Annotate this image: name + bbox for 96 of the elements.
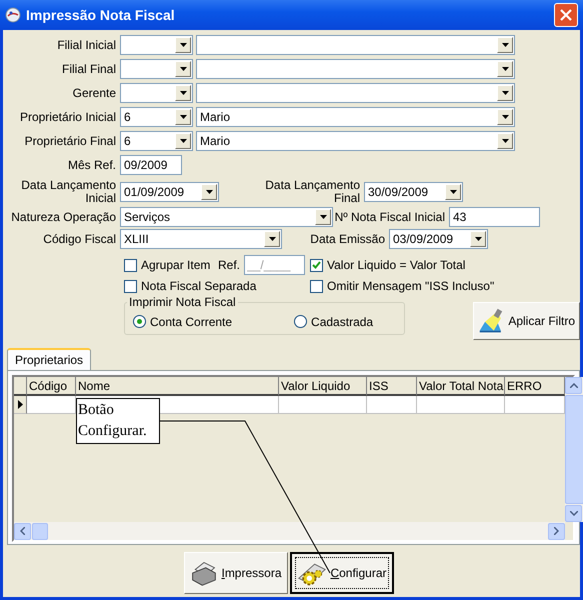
combo-box[interactable]: 6	[120, 107, 193, 127]
input-field[interactable]: __/____	[244, 255, 306, 275]
field-label: Filial Inicial	[56, 38, 117, 52]
checkbox-label: Valor Liquido = Valor Total	[327, 258, 466, 272]
printer-button[interactable]: Impressora	[184, 552, 288, 594]
radio-button[interactable]	[133, 315, 146, 328]
column-header: Código	[27, 377, 76, 396]
scroll-thumb[interactable]	[565, 395, 583, 504]
caret-icon	[180, 43, 186, 47]
dropdown-button[interactable]	[264, 231, 280, 247]
caret-icon	[474, 237, 482, 241]
field-label: Data Lançamento Inicial	[20, 179, 117, 205]
checkbox[interactable]	[310, 280, 323, 292]
dropdown-button[interactable]	[497, 133, 513, 149]
close-button[interactable]	[554, 3, 578, 27]
checkbox[interactable]	[310, 258, 323, 272]
table-cell	[367, 396, 417, 414]
radio-button[interactable]	[294, 315, 308, 328]
checkbox[interactable]	[124, 258, 137, 272]
dropdown-button[interactable]	[445, 184, 461, 200]
checkbox[interactable]	[124, 280, 137, 292]
field-label: Proprietário Final	[24, 134, 117, 148]
combo-box[interactable]: 6	[120, 131, 193, 151]
combo-box[interactable]: Serviços	[120, 207, 333, 227]
scroll-down-button[interactable]	[565, 505, 582, 522]
caret-icon	[502, 139, 508, 143]
configure-button[interactable]: Configurar	[290, 552, 394, 594]
radio-label: Conta Corrente	[150, 314, 232, 328]
caret-icon	[180, 91, 186, 95]
app-icon	[5, 7, 21, 23]
column-header: Nome	[76, 377, 279, 396]
apply-filter-button[interactable]: Aplicar Filtro	[473, 302, 580, 340]
check-icon	[312, 261, 321, 269]
input-field[interactable]: 43	[449, 207, 540, 227]
field-label: Natureza Operação	[10, 210, 117, 224]
tab[interactable]: Proprietarios	[7, 348, 92, 370]
caret-icon	[450, 190, 456, 194]
caret-icon	[502, 43, 508, 47]
dropdown-button[interactable]	[175, 37, 191, 53]
column-header: Valor Liquido	[279, 377, 367, 396]
callout-note: Botão Configurar.	[76, 398, 160, 444]
field-label: Gerente	[72, 86, 117, 100]
caret-icon	[502, 91, 508, 95]
window-title: Impressão Nota Fiscal	[26, 7, 176, 23]
combo-box[interactable]: 01/09/2009	[120, 182, 219, 202]
scroll-thumb[interactable]	[32, 522, 48, 540]
caret-icon	[268, 237, 276, 241]
caret-icon	[320, 215, 326, 219]
combo-box[interactable]: XLIII	[120, 229, 282, 249]
field-label: Data Emissão	[309, 232, 386, 246]
field-label: Mês Ref.	[66, 158, 117, 172]
combo-box[interactable]: Mario	[196, 107, 515, 127]
close-icon	[560, 9, 572, 21]
field-label: Ref.	[218, 258, 240, 272]
group-title: Imprimir Nota Fiscal	[128, 295, 237, 309]
caret-icon	[180, 115, 186, 119]
dropdown-button[interactable]	[175, 85, 191, 101]
dropdown-button[interactable]	[497, 61, 513, 77]
caret-icon	[502, 115, 508, 119]
dropdown-button[interactable]	[497, 85, 513, 101]
combo-box[interactable]: 03/09/2009	[389, 229, 488, 249]
dropdown-button[interactable]	[175, 133, 191, 149]
combo-box[interactable]: 30/09/2009	[364, 182, 463, 202]
dropdown-button[interactable]	[497, 109, 513, 125]
dropdown-button[interactable]	[315, 209, 331, 225]
checkbox-label: Nota Fiscal Separada	[141, 279, 256, 293]
column-header: ISS	[367, 377, 417, 396]
field-label: Filial Final	[60, 62, 117, 76]
checkbox-label: Agrupar Item	[141, 258, 210, 272]
scroll-up-button[interactable]	[565, 377, 582, 394]
checkbox-label: Omitir Mensagem "ISS Incluso"	[327, 279, 494, 293]
column-header: Valor Total Nota	[417, 377, 505, 396]
scroll-right-button[interactable]	[548, 522, 565, 540]
dropdown-button[interactable]	[175, 109, 191, 125]
field-label: Data Lançamento Final	[264, 179, 361, 205]
input-field[interactable]: 09/2009	[120, 155, 182, 175]
caret-icon	[206, 190, 212, 194]
column-header: ERRO	[505, 377, 565, 396]
dropdown-button[interactable]	[497, 37, 513, 53]
field-label: Nº Nota Fiscal Inicial	[334, 210, 446, 224]
field-label: Código Fiscal	[42, 232, 117, 246]
combo-box[interactable]	[120, 59, 193, 79]
field-label: Proprietário Inicial	[18, 110, 117, 124]
dropdown-button[interactable]	[175, 61, 191, 77]
caret-icon	[180, 67, 186, 71]
dropdown-button[interactable]	[470, 231, 486, 247]
radio-label: Cadastrada	[311, 314, 374, 328]
vertical-scrollbar[interactable]	[565, 377, 583, 522]
combo-box[interactable]	[120, 35, 193, 55]
caret-icon	[180, 139, 186, 143]
dropdown-button[interactable]	[201, 184, 217, 200]
combo-box[interactable]: Mario	[196, 131, 515, 151]
combo-box[interactable]	[120, 83, 193, 103]
scroll-left-button[interactable]	[14, 522, 31, 540]
caret-icon	[502, 67, 508, 71]
horizontal-scrollbar[interactable]	[14, 522, 565, 540]
